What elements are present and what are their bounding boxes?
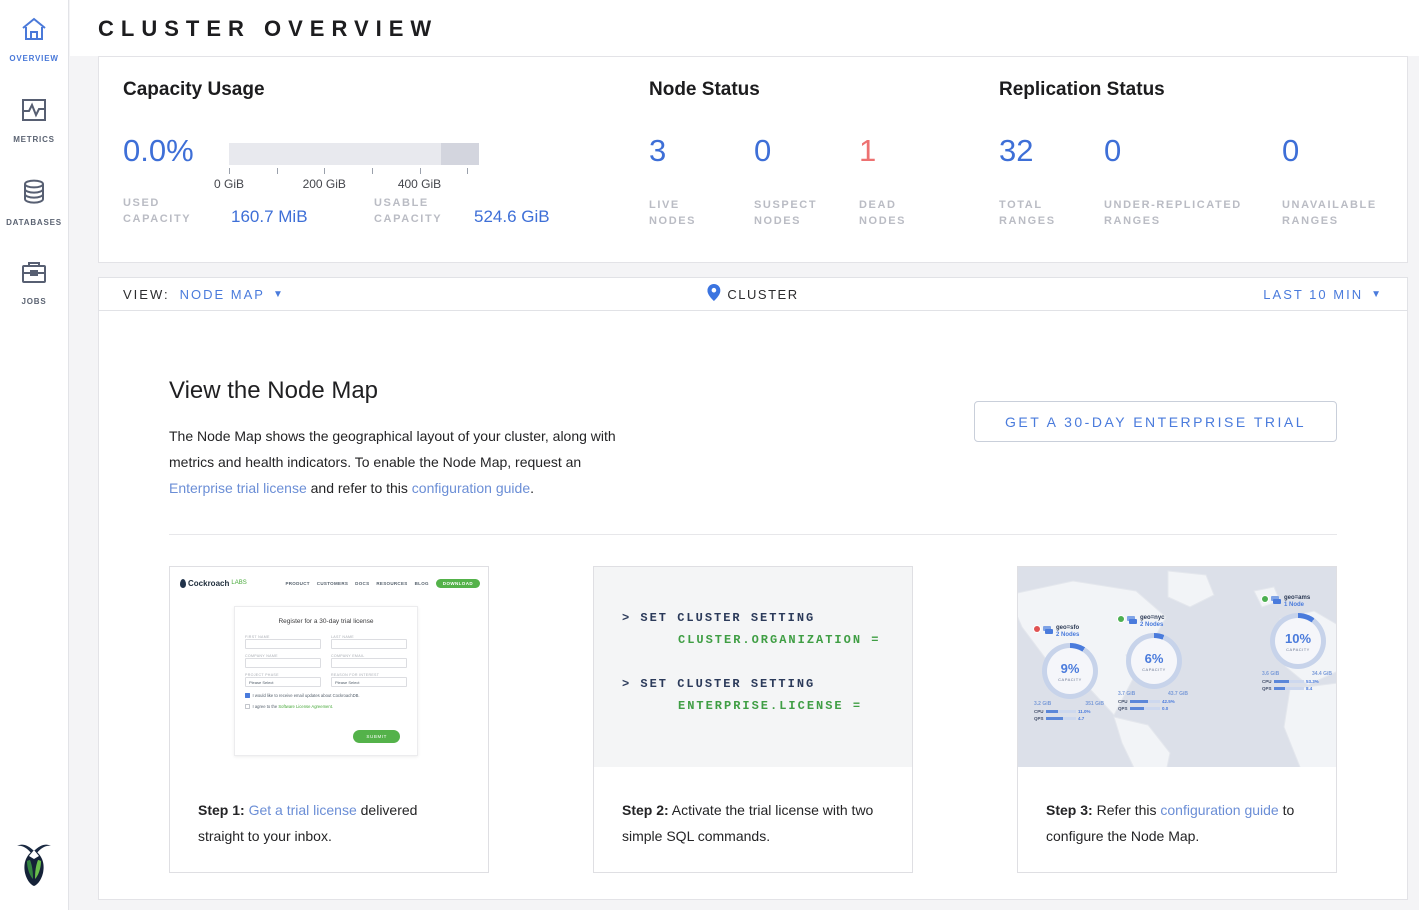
divider	[169, 534, 1337, 535]
capacity-donut: 9% CAPACITY	[1042, 643, 1098, 699]
sidebar-item-overview[interactable]: OVERVIEW	[0, 0, 68, 81]
sidebar-item-jobs[interactable]: JOBS	[0, 243, 68, 324]
step2-card: > SET CLUSTER SETTING CLUSTER.ORGANIZATI…	[593, 566, 913, 873]
view-selector-value: NODE MAP	[180, 287, 265, 302]
node-up-icon	[1262, 596, 1268, 602]
sidebar-item-metrics[interactable]: METRICS	[0, 81, 68, 162]
live-nodes-label: LIVE NODES	[649, 197, 719, 229]
step1-caption: Step 1: Get a trial license delivered st…	[198, 797, 464, 849]
page-title: CLUSTER OVERVIEW	[70, 0, 1419, 58]
sql-commands-preview: > SET CLUSTER SETTING CLUSTER.ORGANIZATI…	[594, 567, 912, 767]
mini-submit-button: SUBMIT	[353, 730, 400, 743]
step3-card: geo=sfo 2 Nodes 9% CAPACITY 3.2 GiB351 G…	[1017, 566, 1337, 873]
map-widget-sfo: geo=sfo 2 Nodes 9% CAPACITY 3.2 GiB351 G…	[1034, 625, 1108, 721]
sidebar-item-label: METRICS	[13, 135, 55, 144]
chevron-down-icon: ▼	[1371, 289, 1383, 300]
node-status-title: Node Status	[649, 79, 760, 101]
panel-description: The Node Map shows the geographical layo…	[169, 423, 639, 501]
panel-heading: View the Node Map	[169, 377, 639, 405]
location-pin-icon	[707, 284, 720, 304]
description-text: The Node Map shows the geographical layo…	[169, 428, 616, 470]
bug-icon	[180, 579, 186, 588]
step2-caption: Step 2: Activate the trial license with …	[622, 797, 888, 849]
capacity-usage-title: Capacity Usage	[123, 79, 265, 101]
unavailable-label: UNAVAILABLE RANGES	[1282, 197, 1392, 229]
sidebar-item-label: JOBS	[22, 297, 47, 306]
capacity-bar-other-segment	[441, 143, 479, 165]
node-map-panel: View the Node Map The Node Map shows the…	[98, 311, 1408, 900]
enterprise-trial-license-link[interactable]: Enterprise trial license	[169, 480, 307, 496]
cluster-summary-panel: Capacity Usage 0.0% 0 GiB 200 GiB 400 Gi…	[98, 56, 1408, 263]
step3-caption: Step 3: Refer this configuration guide t…	[1046, 797, 1312, 849]
step1-card: Cockroach LABS PRODUCTCUSTOMERS DOCSRESO…	[169, 566, 489, 873]
cockroachdb-logo	[14, 841, 54, 894]
time-range-value: LAST 10 MIN	[1263, 287, 1363, 302]
node-down-icon	[1034, 626, 1040, 632]
description-text: and refer to this	[307, 480, 412, 496]
view-bar: VIEW: NODE MAP ▼ CLUSTER LAST 10 MIN ▼	[98, 277, 1408, 311]
sidebar-item-label: OVERVIEW	[9, 54, 58, 63]
mini-cockroach-logo: Cockroach LABS	[180, 579, 247, 588]
usable-capacity-value: 524.6 GiB	[474, 207, 550, 227]
replication-status-title: Replication Status	[999, 79, 1165, 101]
total-ranges-label: TOTAL RANGES	[999, 197, 1069, 229]
mini-form-title: Register for a 30-day trial license	[235, 618, 417, 625]
capacity-percent: 0.0%	[123, 133, 194, 169]
mini-checkbox-checked	[245, 693, 250, 698]
node-stack-icon	[1127, 615, 1137, 625]
suspect-nodes-label: SUSPECT NODES	[754, 197, 824, 229]
breadcrumb-cluster: CLUSTER	[707, 284, 798, 304]
usable-capacity-label: USABLE CAPACITY	[374, 195, 464, 227]
axis-label-0: 0 GiB	[214, 177, 244, 191]
mini-checkbox-unchecked	[245, 704, 250, 709]
axis-label-400: 400 GiB	[398, 177, 441, 191]
registration-page-screenshot: Cockroach LABS PRODUCTCUSTOMERS DOCSRESO…	[170, 567, 488, 767]
dead-nodes-value: 1	[859, 133, 876, 169]
node-stack-icon	[1271, 595, 1281, 605]
capacity-bar	[229, 143, 479, 165]
mini-download-button: DOWNLOAD	[436, 579, 480, 588]
unavailable-value: 0	[1282, 133, 1299, 169]
map-widget-ams: geo=ams 1 Node 10% CAPACITY 3.6 GiB34.4 …	[1262, 595, 1336, 691]
dead-nodes-label: DEAD NODES	[859, 197, 929, 229]
capacity-bar-chart: 0 GiB 200 GiB 400 GiB	[229, 143, 479, 191]
node-stack-icon	[1043, 625, 1053, 635]
sidebar: OVERVIEW METRICS DATABASES JOBS	[0, 0, 69, 910]
configuration-guide-link-step3[interactable]: configuration guide	[1160, 802, 1278, 818]
used-capacity-label: USED CAPACITY	[123, 195, 213, 227]
sidebar-item-label: DATABASES	[6, 218, 62, 227]
view-label: VIEW:	[123, 287, 170, 302]
suspect-nodes-value: 0	[754, 133, 771, 169]
node-map-preview: geo=sfo 2 Nodes 9% CAPACITY 3.2 GiB351 G…	[1018, 567, 1336, 767]
configuration-guide-link[interactable]: configuration guide	[412, 480, 530, 496]
time-range-dropdown[interactable]: LAST 10 MIN ▼	[1263, 287, 1383, 302]
mini-registration-form: Register for a 30-day trial license FIRS…	[234, 606, 418, 756]
database-icon	[20, 178, 48, 211]
chevron-down-icon: ▼	[273, 289, 285, 300]
under-replicated-label: UNDER-REPLICATED RANGES	[1104, 197, 1264, 229]
capacity-donut: 10% CAPACITY	[1270, 613, 1326, 669]
description-text: .	[530, 480, 534, 496]
map-widget-nyc: geo=nyc 2 Nodes 6% CAPACITY 3.7 GiB43.7 …	[1118, 615, 1192, 711]
axis-label-200: 200 GiB	[303, 177, 346, 191]
used-capacity-value: 160.7 MiB	[231, 207, 308, 227]
metrics-icon	[20, 97, 48, 128]
capacity-donut: 6% CAPACITY	[1126, 633, 1182, 689]
capacity-axis-ticks	[229, 168, 479, 175]
total-ranges-value: 32	[999, 133, 1033, 169]
home-icon	[20, 16, 48, 47]
node-up-icon	[1118, 616, 1124, 622]
sidebar-item-databases[interactable]: DATABASES	[0, 162, 68, 243]
live-nodes-value: 3	[649, 133, 666, 169]
mini-nav: PRODUCTCUSTOMERS DOCSRESOURCES BLOG DOWN…	[285, 579, 480, 588]
briefcase-icon	[20, 259, 48, 290]
breadcrumb-label: CLUSTER	[727, 287, 798, 302]
view-selector-dropdown[interactable]: NODE MAP ▼	[180, 287, 285, 302]
under-replicated-value: 0	[1104, 133, 1121, 169]
get-trial-license-link[interactable]: Get a trial license	[249, 802, 357, 818]
enterprise-trial-button[interactable]: GET A 30-DAY ENTERPRISE TRIAL	[974, 401, 1337, 442]
topbar: CLUSTER OVERVIEW	[70, 0, 1419, 56]
